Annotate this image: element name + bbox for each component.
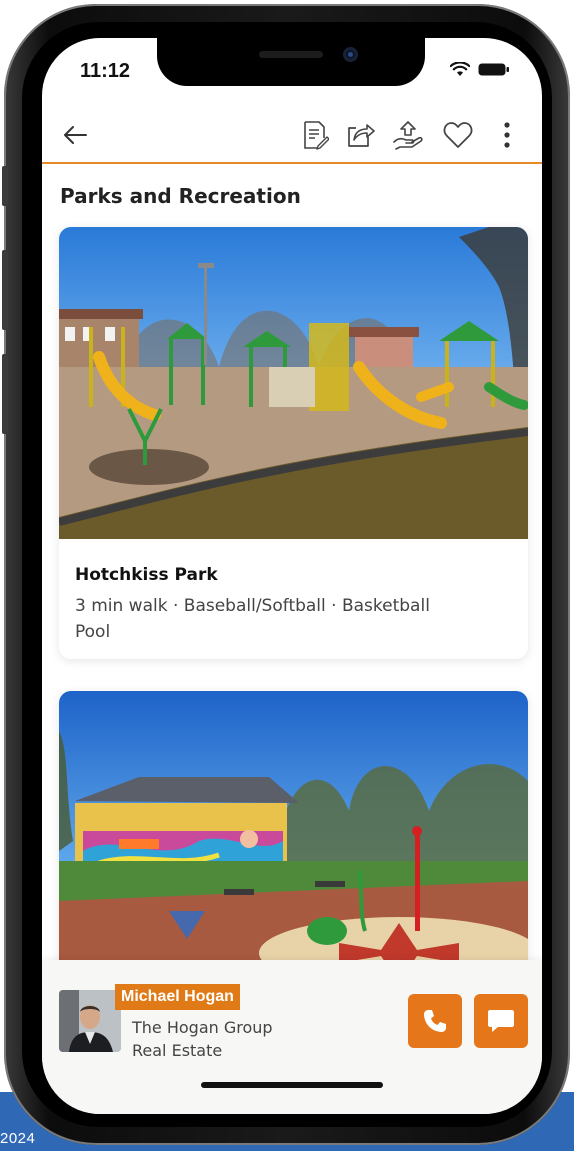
avatar[interactable]: [59, 990, 121, 1052]
arrow-left-icon[interactable]: [60, 120, 90, 150]
speaker: [259, 51, 323, 58]
wifi-icon: [450, 62, 470, 76]
share-icon[interactable]: [345, 118, 377, 152]
park-meta-line1: 3 min walk · Baseball/Softball · Basketb…: [75, 596, 430, 616]
agent-company: The Hogan Group Real Estate: [132, 1016, 332, 1062]
header-divider: [42, 162, 542, 164]
home-indicator[interactable]: [201, 1082, 383, 1088]
battery-icon: [478, 63, 509, 76]
park-meta-line2: Pool: [75, 622, 111, 642]
heart-icon[interactable]: [441, 118, 475, 152]
phone-icon: [424, 1010, 446, 1032]
agent-company-line1: The Hogan Group: [132, 1018, 273, 1037]
message-button[interactable]: [474, 994, 528, 1048]
park-card[interactable]: Hotchkiss Park 3 min walk · Baseball/Sof…: [59, 227, 528, 659]
park-meta: 3 min walk · Baseball/Softball · Basketb…: [75, 593, 512, 645]
volume-up-button: [2, 250, 8, 330]
park-name: Hotchkiss Park: [75, 565, 218, 585]
app-header: [42, 110, 542, 162]
status-icons: [450, 62, 510, 77]
playground-photo: [59, 227, 528, 539]
volume-down-button: [2, 354, 8, 434]
agent-company-line2: Real Estate: [132, 1041, 223, 1060]
app-screen: 11:12 Parks and Recreation Hotchkiss Par…: [42, 38, 542, 1114]
agent-bar: Michael Hogan The Hogan Group Real Estat…: [42, 960, 542, 1114]
notch: [157, 38, 425, 86]
park-card-body: Hotchkiss Park 3 min walk · Baseball/Sof…: [59, 539, 528, 659]
more-vertical-icon[interactable]: [495, 118, 519, 152]
year-text: 2024: [0, 1130, 36, 1147]
hand-offer-icon[interactable]: [391, 118, 425, 152]
front-camera: [343, 47, 358, 62]
status-time: 11:12: [80, 60, 131, 82]
park-card[interactable]: [59, 691, 528, 991]
document-edit-icon[interactable]: [299, 118, 331, 152]
mute-switch: [2, 166, 8, 206]
call-button[interactable]: [408, 994, 462, 1048]
park-mural-photo: [59, 691, 528, 991]
agent-name: Michael Hogan: [115, 984, 240, 1010]
chat-icon: [488, 1010, 514, 1032]
section-title: Parks and Recreation: [60, 184, 301, 208]
